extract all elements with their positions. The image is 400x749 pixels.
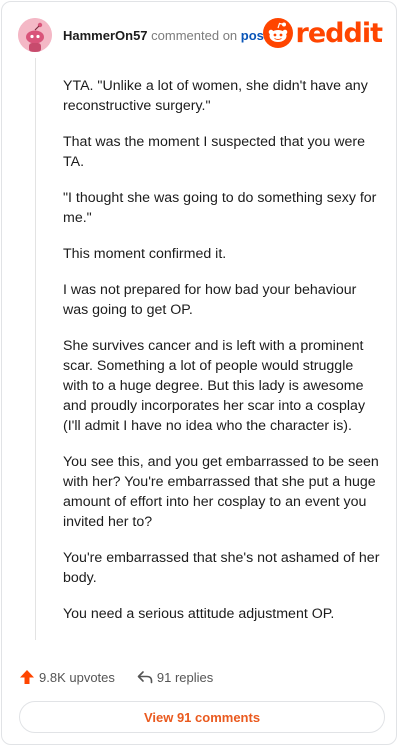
comment-body: YTA. "Unlike a lot of women, she didn't … (63, 76, 381, 640)
reply-arrow-icon (137, 671, 153, 684)
comment-paragraph: You need a serious attitude adjustment O… (63, 606, 335, 622)
embedded-comment-card: HammerOn57 commented on post reddit YTA.… (1, 1, 397, 745)
replies-button[interactable]: 91 replies (137, 669, 213, 685)
comment-header: HammerOn57 commented on post reddit (2, 2, 396, 68)
comment-paragraph: YTA. "Unlike a lot of women, she didn't … (63, 78, 368, 114)
comment-paragraph: This moment confirmed it. (63, 246, 227, 262)
comment-paragraph: "I thought she was going to do something… (63, 190, 377, 226)
upvote-count: 9.8K upvotes (39, 669, 115, 685)
user-avatar[interactable] (18, 18, 52, 52)
action-text: commented on (151, 28, 238, 43)
upvote-button[interactable]: 9.8K upvotes (19, 669, 115, 685)
thread-line (35, 58, 36, 640)
reddit-logo[interactable]: reddit (262, 17, 383, 49)
comment-paragraph: You're embarrassed that she's not ashame… (63, 550, 380, 586)
upvote-arrow-icon (20, 670, 34, 684)
comment-paragraph: I was not prepared for how bad your beha… (63, 282, 357, 318)
reddit-snoo-icon (262, 18, 293, 48)
reply-count: 91 replies (156, 669, 214, 685)
comment-paragraph: She survives cancer and is left with a p… (63, 338, 366, 434)
comment-paragraph: You see this, and you get embarrassed to… (63, 454, 379, 530)
comment-paragraph: That was the moment I suspected that you… (63, 134, 366, 170)
reddit-wordmark: reddit (295, 17, 383, 49)
username-link[interactable]: HammerOn57 (63, 28, 148, 43)
snoo-avatar-icon (18, 18, 52, 52)
view-comments-button[interactable]: View 91 comments (19, 701, 385, 733)
comment-attribution: HammerOn57 commented on post (63, 28, 268, 43)
comment-actions: 9.8K upvotes 91 replies (19, 667, 213, 687)
